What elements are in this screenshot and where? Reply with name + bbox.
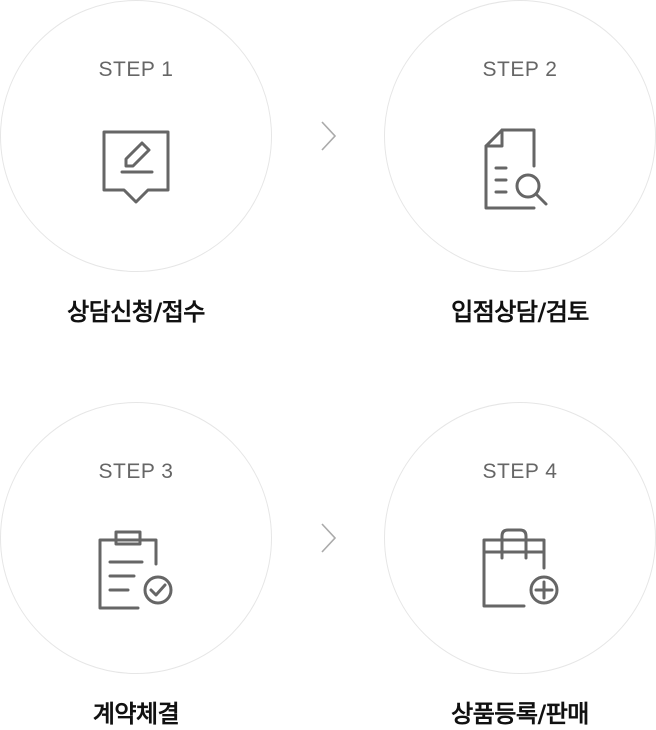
step-3-title: 계약체결 (92, 700, 180, 728)
step-2-label: STEP 2 (482, 58, 558, 81)
step-2-title: 입점상담/검토 (451, 298, 589, 326)
step-1-title: 상담신청/접수 (67, 298, 205, 326)
step-4-label: STEP 4 (482, 460, 558, 483)
step-4-title: 상품등록/판매 (451, 700, 589, 728)
step-1-label: STEP 1 (98, 58, 174, 81)
clipboard-check-icon (96, 528, 176, 612)
shopping-bag-add-icon (480, 528, 560, 612)
edit-speech-bubble-icon (96, 126, 176, 210)
document-search-icon (480, 126, 560, 210)
chevron-right-icon (318, 522, 338, 554)
step-3-label: STEP 3 (98, 460, 174, 483)
chevron-right-icon (318, 120, 338, 152)
